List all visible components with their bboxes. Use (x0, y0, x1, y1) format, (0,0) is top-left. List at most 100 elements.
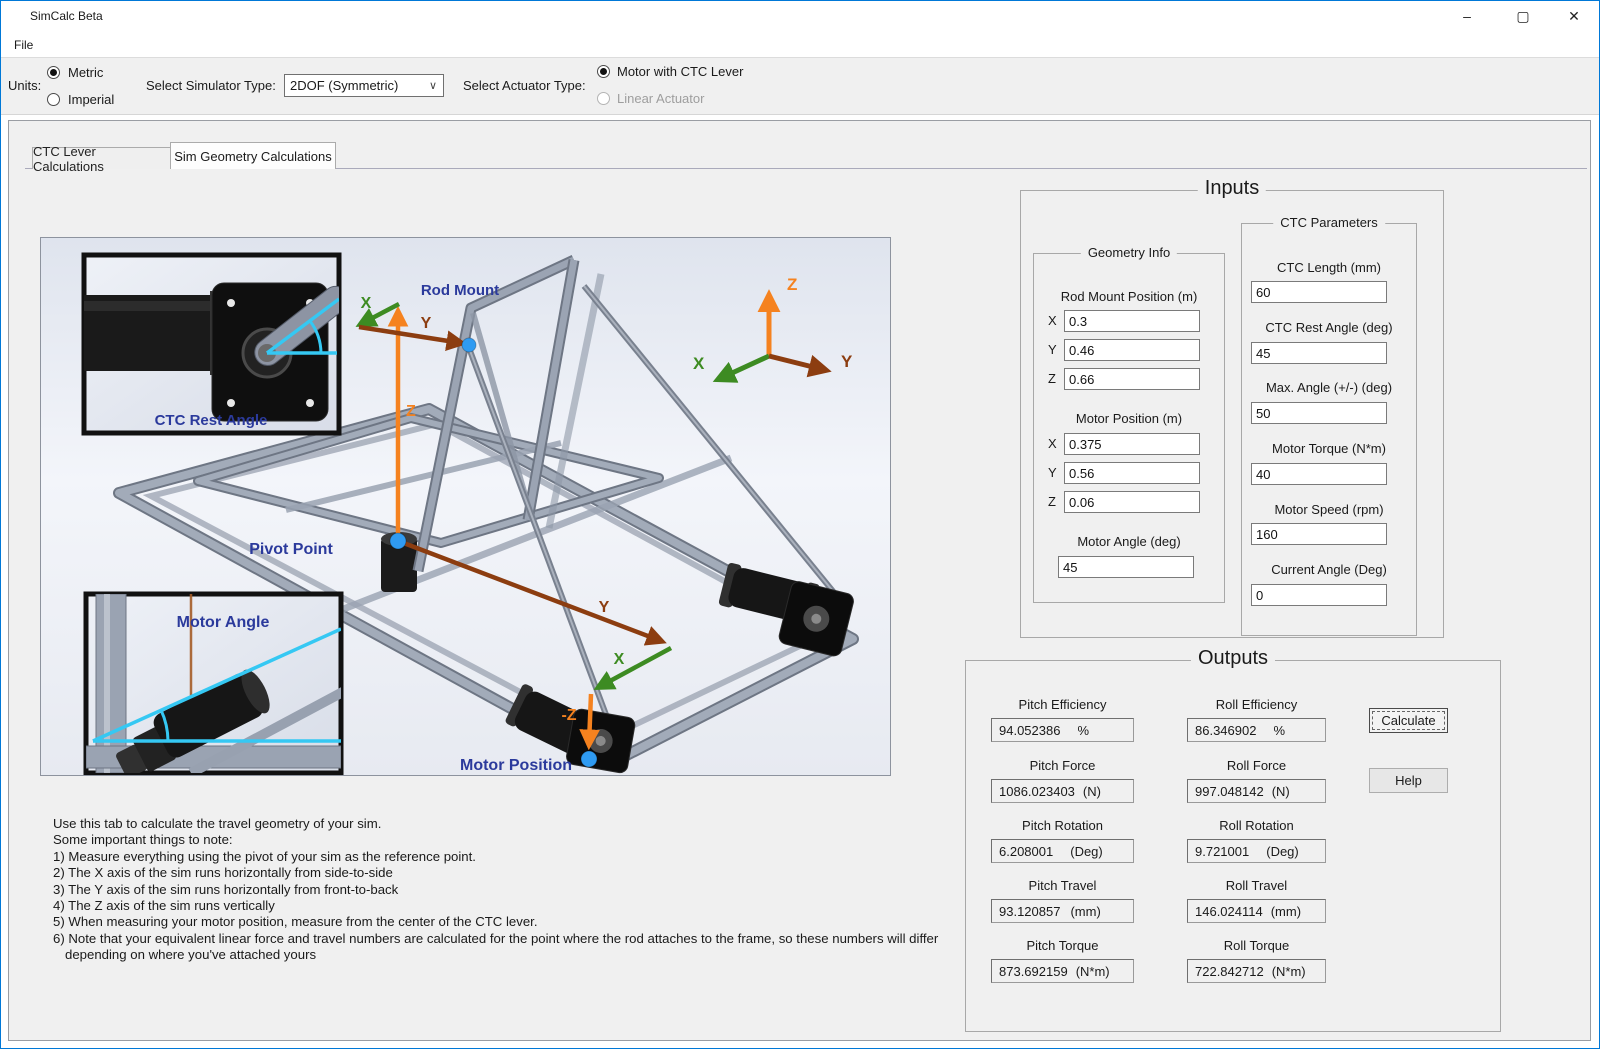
roll-torque-value: 722.842712 (N*m) (1187, 959, 1326, 983)
note-line: depending on where you've attached yours (53, 947, 973, 963)
chevron-down-icon: ∨ (423, 79, 443, 92)
note-line: 5) When measuring your motor position, m… (53, 914, 973, 930)
motor-position-point (581, 751, 597, 767)
pivot-point-marker (390, 533, 406, 549)
help-button[interactable]: Help (1369, 768, 1448, 793)
motor-position-x-field[interactable] (1064, 433, 1200, 455)
pitch-rotation-label: Pitch Rotation (991, 818, 1134, 833)
motor-ctc-lever-radio[interactable] (597, 65, 610, 78)
pitch-torque-value: 873.692159(N*m) (991, 959, 1134, 983)
motor-torque-label: Motor Torque (N*m) (1242, 441, 1416, 456)
metric-radio-label: Metric (68, 65, 103, 80)
calculate-button[interactable]: Calculate (1369, 708, 1448, 733)
roll-torque-label: Roll Torque (1187, 938, 1326, 953)
outputs-title: Outputs (1191, 647, 1275, 670)
motor-position-z-label: Z (1048, 494, 1056, 509)
lower-negz-label: -Z (561, 707, 576, 724)
imperial-radio-label: Imperial (68, 92, 114, 107)
motor-position-label: Motor Position (460, 757, 572, 774)
linear-actuator-radio-label: Linear Actuator (617, 91, 704, 106)
roll-rotation-label: Roll Rotation (1187, 818, 1326, 833)
max-angle-field[interactable] (1251, 402, 1387, 424)
ctc-rest-angle-label: CTC Rest Angle (155, 412, 268, 429)
close-icon[interactable]: ✕ (1551, 0, 1597, 32)
motor-angle-inset: Motor Angle (86, 594, 354, 775)
value: 93.120857 (992, 904, 1060, 919)
unit: (Deg) (1070, 844, 1103, 859)
units-label: Units: (8, 78, 41, 93)
rod-mount-x-field[interactable] (1064, 310, 1200, 332)
pitch-efficiency-label: Pitch Efficiency (991, 697, 1134, 712)
minimize-icon[interactable]: – (1444, 0, 1490, 32)
motor-speed-field[interactable] (1251, 523, 1387, 545)
linear-actuator-radio (597, 92, 610, 105)
tab-sim-geometry-calculations[interactable]: Sim Geometry Calculations (170, 142, 336, 169)
lower-y-label: Y (599, 599, 610, 616)
note-line: Some important things to note: (53, 832, 973, 848)
value: 997.048142 (1188, 784, 1264, 799)
roll-efficiency-label: Roll Efficiency (1187, 697, 1326, 712)
motor-torque-field[interactable] (1251, 463, 1387, 485)
unit: (N) (1272, 784, 1290, 799)
motor-position-x-label: X (1048, 436, 1057, 451)
pitch-efficiency-value: 94.052386% (991, 718, 1134, 742)
note-line: 3) The Y axis of the sim runs horizontal… (53, 882, 973, 898)
motor-angle-field[interactable] (1058, 556, 1194, 578)
rod-mount-y-field[interactable] (1064, 339, 1200, 361)
maximize-icon[interactable]: ▢ (1500, 0, 1546, 32)
roll-efficiency-value: 86.346902% (1187, 718, 1326, 742)
value: 9.721001 (1188, 844, 1249, 859)
pitch-travel-label: Pitch Travel (991, 878, 1134, 893)
pitch-travel-value: 93.120857 (mm) (991, 899, 1134, 923)
geometry-info-title: Geometry Info (1081, 245, 1177, 260)
ctc-length-field[interactable] (1251, 281, 1387, 303)
upper-z-label: Z (406, 403, 416, 420)
rod-mount-position-label: Rod Mount Position (m) (1034, 289, 1224, 304)
notes-text: Use this tab to calculate the travel geo… (53, 816, 973, 964)
actuator-type-label: Select Actuator Type: (463, 78, 586, 93)
rod-mount-label: Rod Mount (421, 282, 499, 299)
motor-position-y-field[interactable] (1064, 462, 1200, 484)
diagram-svg: Z X Y Rod Mount Pivot Point Motor Positi… (41, 238, 890, 775)
pitch-torque-label: Pitch Torque (991, 938, 1134, 953)
pitch-rotation-value: 6.208001 (Deg) (991, 839, 1134, 863)
value: 873.692159 (992, 964, 1068, 979)
simulator-type-select[interactable]: 2DOF (Symmetric) ∨ (284, 74, 444, 97)
pitch-force-value: 1086.023403(N) (991, 779, 1134, 803)
tab-ctc-lever-calculations[interactable]: CTC Lever Calculations (32, 147, 171, 169)
unit: (N*m) (1272, 964, 1306, 979)
upper-x-label: X (361, 295, 372, 312)
roll-force-value: 997.048142 (N) (1187, 779, 1326, 803)
roll-force-label: Roll Force (1187, 758, 1326, 773)
unit: (mm) (1070, 904, 1100, 919)
metric-radio[interactable] (47, 66, 60, 79)
menu-file[interactable]: File (8, 36, 39, 54)
simulator-type-value: 2DOF (Symmetric) (285, 78, 423, 93)
ctc-rest-angle-input-label: CTC Rest Angle (deg) (1242, 320, 1416, 335)
motor-angle-label: Motor Angle (177, 614, 270, 631)
inputs-group: Inputs Geometry Info Rod Mount Position … (1020, 190, 1444, 638)
unit: (N) (1083, 784, 1101, 799)
rod-mount-y-label: Y (1048, 342, 1057, 357)
sim-geometry-diagram: Z X Y Rod Mount Pivot Point Motor Positi… (40, 237, 891, 776)
ctc-parameters-title: CTC Parameters (1273, 215, 1385, 230)
unit: % (1273, 723, 1285, 738)
current-angle-field[interactable] (1251, 584, 1387, 606)
roll-travel-value: 146.024114(mm) (1187, 899, 1326, 923)
ctc-length-label: CTC Length (mm) (1242, 260, 1416, 275)
motor-position-z-field[interactable] (1064, 491, 1200, 513)
menu-bar: File (0, 32, 1600, 57)
value: 6.208001 (992, 844, 1053, 859)
inputs-title: Inputs (1198, 177, 1266, 200)
max-angle-label: Max. Angle (+/-) (deg) (1242, 380, 1416, 395)
value: 86.346902 (1188, 723, 1256, 738)
lower-x-label: X (614, 651, 625, 668)
value: 722.842712 (1188, 964, 1264, 979)
window-title: SimCalc Beta (30, 9, 103, 23)
note-line: 4) The Z axis of the sim runs vertically (53, 898, 973, 914)
imperial-radio[interactable] (47, 93, 60, 106)
ctc-rest-angle-field[interactable] (1251, 342, 1387, 364)
rod-mount-point (462, 338, 476, 352)
rod-mount-z-field[interactable] (1064, 368, 1200, 390)
triad-z-label: Z (787, 275, 797, 294)
